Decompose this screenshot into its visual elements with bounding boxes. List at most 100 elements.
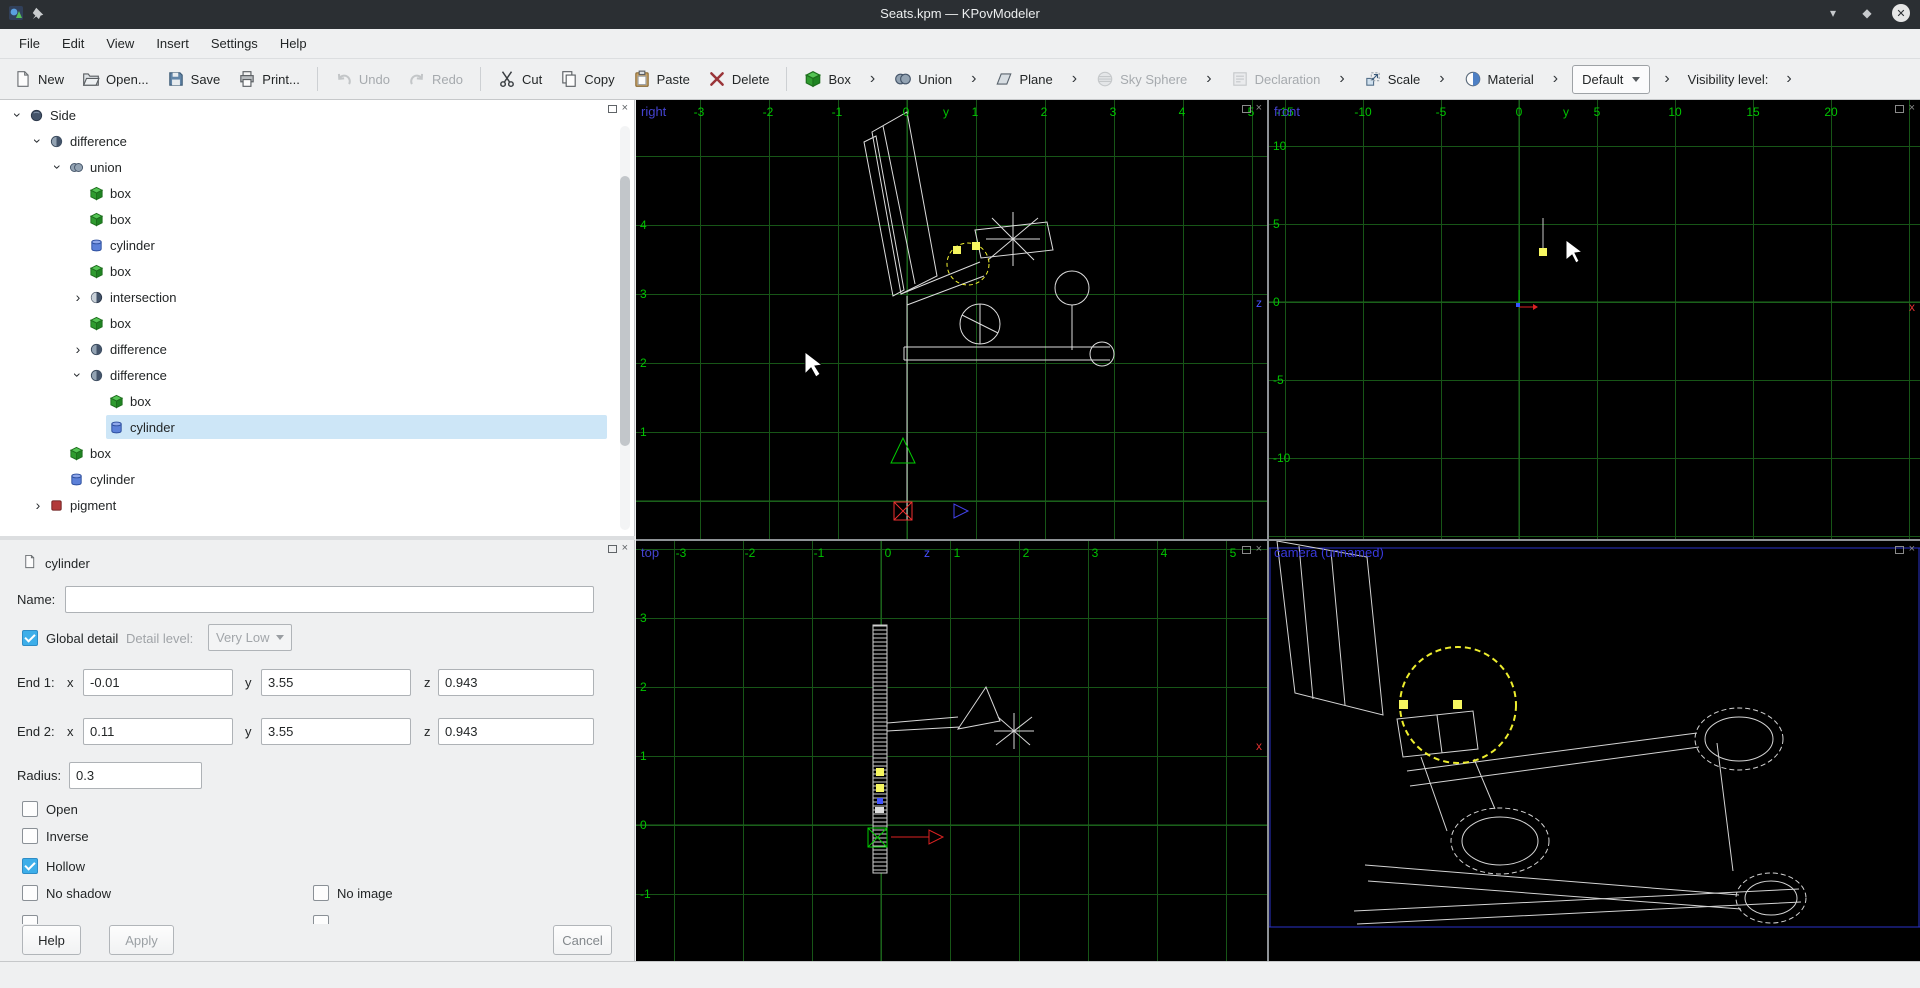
toolbar-chevron-icon[interactable]: ›	[1063, 70, 1086, 88]
tree-item-intersection[interactable]: ›intersection	[0, 284, 635, 310]
toolbar-button-redo[interactable]: Redo	[400, 65, 471, 93]
collapse-arrow-icon[interactable]: ›	[11, 107, 25, 123]
collapse-arrow-icon[interactable]: ›	[31, 133, 45, 149]
toolbar-button-sky-sphere[interactable]: Sky Sphere	[1088, 65, 1195, 93]
tree-item-box[interactable]: box	[0, 206, 635, 232]
ruler-number: -1	[814, 546, 825, 560]
toolbar-chevron-icon[interactable]: ›	[1777, 70, 1800, 88]
no-image-label: No image	[337, 886, 393, 901]
menu-item-file[interactable]: File	[8, 32, 51, 55]
toolbar-chevron-icon[interactable]: ›	[861, 70, 884, 88]
undock-icon[interactable]	[1895, 546, 1904, 554]
detail-level-dropdown[interactable]: Very Low	[208, 624, 292, 651]
maximize-button[interactable]: ◆	[1858, 4, 1876, 22]
collapse-arrow-icon[interactable]: ›	[51, 159, 65, 175]
undock-icon[interactable]	[608, 545, 617, 553]
close-button[interactable]: ✕	[1892, 4, 1910, 22]
tree-scrollbar[interactable]	[620, 126, 630, 530]
toolbar-button-paste[interactable]: Paste	[625, 65, 698, 93]
tree-item-box[interactable]: box	[0, 388, 635, 414]
end2-x-input[interactable]	[83, 718, 233, 745]
tree-item-difference[interactable]: ›difference	[0, 336, 635, 362]
toolbar-dropdown-default[interactable]: Default	[1572, 65, 1650, 94]
tree-item-cylinder[interactable]: cylinder	[0, 466, 635, 492]
toolbar-chevron-icon[interactable]: ›	[1430, 70, 1453, 88]
help-button[interactable]: Help	[22, 925, 81, 955]
close-icon[interactable]: ×	[1909, 544, 1915, 555]
tree-item-difference[interactable]: ›difference	[0, 128, 635, 154]
toolbar-button-union[interactable]: Union	[886, 65, 960, 93]
close-icon[interactable]: ×	[622, 103, 628, 114]
expand-arrow-icon[interactable]: ›	[70, 342, 86, 356]
cancel-button[interactable]: Cancel	[553, 925, 612, 955]
menu-item-view[interactable]: View	[95, 32, 145, 55]
close-icon[interactable]: ×	[1256, 544, 1262, 555]
viewport-front[interactable]: front -15-10-505101520y1050-5-10x ×	[1269, 100, 1920, 539]
toolbar-button-copy[interactable]: Copy	[552, 65, 622, 93]
inverse-checkbox[interactable]	[22, 828, 38, 844]
toolbar-button-delete[interactable]: Delete	[700, 65, 778, 93]
toolbar-chevron-icon[interactable]: ›	[1544, 70, 1567, 88]
tree-item-box[interactable]: box	[0, 440, 635, 466]
viewport-top[interactable]: top -3-2-1012345z3210-1x ×	[636, 541, 1267, 961]
expand-arrow-icon[interactable]: ›	[70, 290, 86, 304]
undock-icon[interactable]	[1895, 105, 1904, 113]
no-shadow-checkbox[interactable]	[22, 885, 38, 901]
tree-scrollbar-thumb[interactable]	[620, 176, 630, 446]
name-input[interactable]	[65, 586, 594, 613]
minimize-button[interactable]: ▾	[1824, 4, 1842, 22]
collapse-arrow-icon[interactable]: ›	[71, 367, 85, 383]
close-icon[interactable]: ×	[1256, 103, 1262, 114]
toolbar-button-declaration[interactable]: Declaration	[1223, 65, 1329, 93]
radius-input[interactable]	[69, 762, 202, 789]
undock-icon[interactable]	[1242, 105, 1251, 113]
global-detail-checkbox[interactable]	[22, 630, 38, 646]
toolbar-button-new[interactable]: New	[6, 65, 72, 93]
toolbar-button-scale[interactable]: Scale	[1356, 65, 1429, 93]
undock-icon[interactable]	[1242, 546, 1251, 554]
toolbar-chevron-icon[interactable]: ›	[962, 70, 985, 88]
toolbar-chevron-icon[interactable]: ›	[1330, 70, 1353, 88]
toolbar-button-cut[interactable]: Cut	[490, 65, 550, 93]
toolbar-button-print[interactable]: Print...	[230, 65, 308, 93]
hollow-checkbox[interactable]	[22, 858, 38, 874]
tree-item-box[interactable]: box	[0, 180, 635, 206]
open-checkbox[interactable]	[22, 801, 38, 817]
menu-item-settings[interactable]: Settings	[200, 32, 269, 55]
no-image-checkbox[interactable]	[313, 885, 329, 901]
toolbar-button-undo[interactable]: Undo	[327, 65, 398, 93]
menu-item-insert[interactable]: Insert	[145, 32, 200, 55]
tree-item-union[interactable]: ›union	[0, 154, 635, 180]
end2-y-input[interactable]	[261, 718, 411, 745]
tree-item-pigment[interactable]: ›pigment	[0, 492, 635, 518]
clipped-checkbox[interactable]	[22, 915, 38, 924]
menu-item-help[interactable]: Help	[269, 32, 318, 55]
toolbar-chevron-icon[interactable]: ›	[1197, 70, 1220, 88]
end1-z-input[interactable]	[438, 669, 594, 696]
tree-item-difference[interactable]: ›difference	[0, 362, 635, 388]
toolbar-button-open[interactable]: Open...	[74, 65, 157, 93]
undock-icon[interactable]	[608, 105, 617, 113]
viewport-camera[interactable]: camera (unnamed) ×	[1269, 541, 1920, 961]
close-icon[interactable]: ×	[622, 543, 628, 554]
menu-item-edit[interactable]: Edit	[51, 32, 95, 55]
toolbar-button-plane[interactable]: Plane	[987, 65, 1060, 93]
end1-y-input[interactable]	[261, 669, 411, 696]
expand-arrow-icon[interactable]: ›	[30, 498, 46, 512]
tree-item-cylinder[interactable]: cylinder	[0, 232, 635, 258]
end1-x-input[interactable]	[83, 669, 233, 696]
apply-button[interactable]: Apply	[109, 925, 174, 955]
toolbar-chevron-icon[interactable]: ›	[1655, 70, 1678, 88]
clipped-checkbox[interactable]	[313, 915, 329, 924]
viewport-right[interactable]: right -3-2-1012345y4321z ×	[636, 100, 1267, 539]
toolbar-button-box[interactable]: Box	[796, 65, 858, 93]
toolbar-button-label: Undo	[359, 72, 390, 87]
toolbar-button-material[interactable]: Material	[1456, 65, 1542, 93]
tree-item-box[interactable]: box	[0, 258, 635, 284]
close-icon[interactable]: ×	[1909, 103, 1915, 114]
toolbar-button-save[interactable]: Save	[159, 65, 229, 93]
tree-item-box[interactable]: box	[0, 310, 635, 336]
end2-z-input[interactable]	[438, 718, 594, 745]
tree-item-side[interactable]: ›Side	[0, 102, 635, 128]
tree-item-cylinder[interactable]: cylinder	[0, 414, 635, 440]
